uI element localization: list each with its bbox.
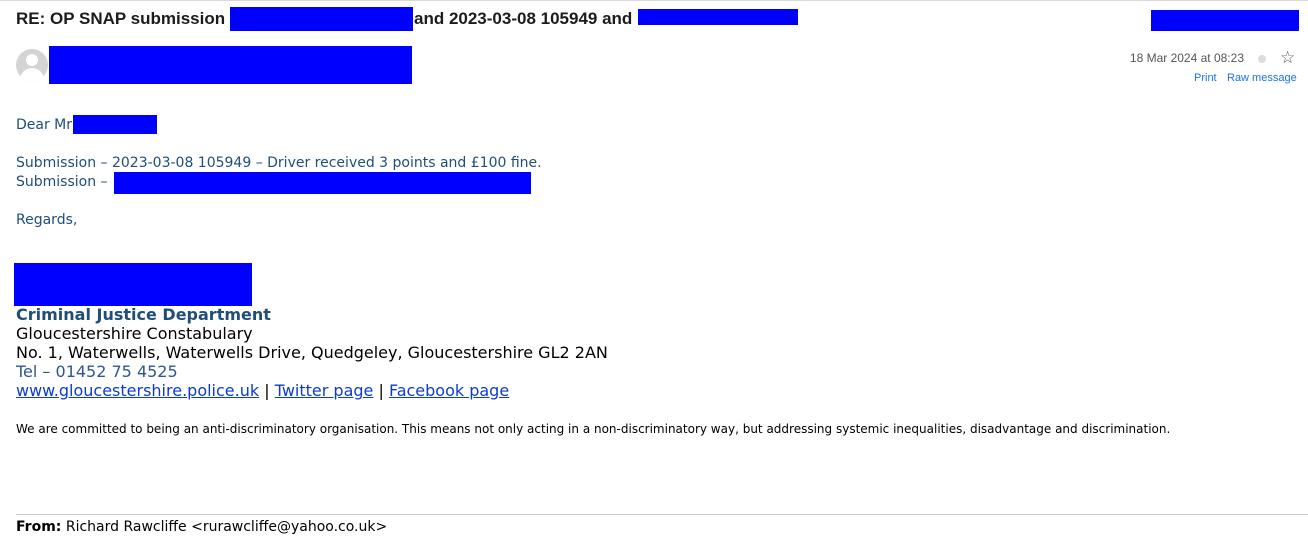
signature-department: Criminal Justice Department: [16, 305, 271, 324]
status-dot-icon: [1258, 55, 1266, 63]
signature-name-redaction: [14, 263, 252, 306]
quoted-from-line: From: Richard Rawcliffe <rurawcliffe@yah…: [16, 518, 387, 536]
redaction-block: [1151, 10, 1299, 31]
signature-address: No. 1, Waterwells, Waterwells Drive, Que…: [16, 343, 608, 362]
greeting: Dear Mr: [16, 117, 73, 133]
submission-line-1: Submission – 2023-03-08 105949 – Driver …: [16, 155, 542, 171]
top-border: [0, 0, 1308, 1]
from-value: Richard Rawcliffe <rurawcliffe@yahoo.co.…: [65, 519, 388, 535]
facebook-link[interactable]: Facebook page: [389, 381, 509, 400]
link-separator: |: [264, 381, 270, 400]
raw-message-link[interactable]: Raw message: [1227, 72, 1297, 84]
redaction-block: [114, 172, 531, 194]
user-avatar-icon: [16, 49, 48, 81]
from-label: From:: [16, 519, 62, 535]
website-link[interactable]: www.gloucestershire.police.uk: [16, 381, 259, 400]
redaction-block: [230, 7, 413, 31]
signature-org: Gloucestershire Constabulary: [16, 324, 253, 343]
print-link[interactable]: Print: [1194, 72, 1217, 84]
subject-middle: and 2023-03-08 105949 and: [414, 9, 633, 28]
sender-redaction: [49, 46, 412, 84]
quote-divider: [16, 514, 1308, 515]
anti-discrimination-notice: We are committed to being an anti-discri…: [16, 422, 1171, 436]
signature-links: www.gloucestershire.police.uk | Twitter …: [16, 381, 509, 400]
twitter-link[interactable]: Twitter page: [275, 381, 374, 400]
email-date: 18 Mar 2024 at 08:23: [1129, 51, 1244, 65]
regards: Regards,: [16, 212, 78, 228]
subject-prefix: RE: OP SNAP submission: [16, 9, 226, 28]
redaction-block: [638, 9, 798, 25]
star-icon[interactable]: ☆: [1280, 49, 1295, 67]
link-separator: |: [378, 381, 384, 400]
redaction-block: [73, 115, 157, 134]
submission-line-2: Submission –: [16, 174, 108, 190]
signature-tel: Tel – 01452 75 4525: [16, 362, 178, 381]
